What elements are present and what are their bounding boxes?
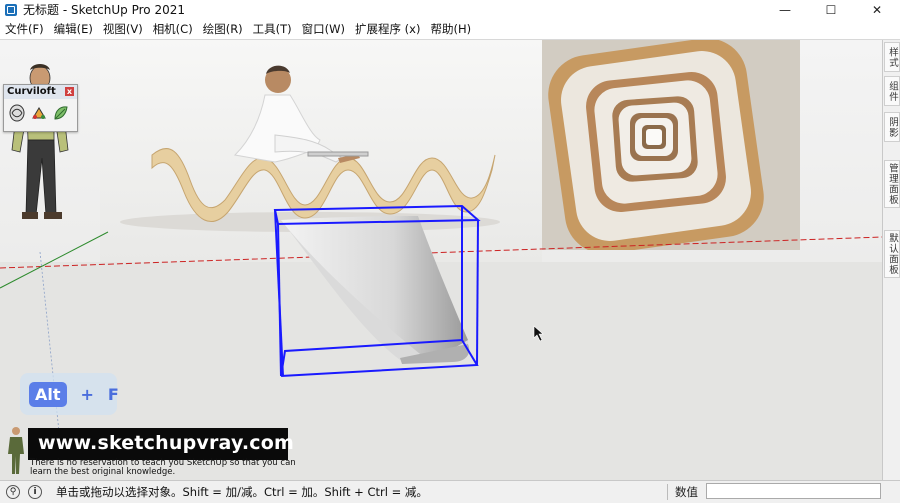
watermark-figure-icon	[8, 427, 24, 474]
status-bar: ⚲ i 单击或拖动以选择对象。Shift = 加/减。Ctrl = 加。Shif…	[0, 480, 900, 503]
curviloft-close-icon[interactable]: x	[65, 87, 74, 96]
watermark-banner: www.sketchupvray.com	[28, 428, 294, 460]
maximize-icon: ☐	[825, 2, 837, 17]
loft-by-spline-icon[interactable]	[8, 103, 26, 123]
loft-along-path-icon[interactable]	[52, 103, 70, 123]
curviloft-title[interactable]: Curviloft x	[4, 85, 77, 99]
menu-view[interactable]: 视图(V)	[98, 21, 148, 37]
tray-tab-default[interactable]: 默认面板	[884, 230, 900, 278]
measurements-label: 数值	[675, 485, 698, 499]
menu-draw[interactable]: 绘图(R)	[198, 21, 248, 37]
instructor-info-icon[interactable]: i	[28, 485, 42, 499]
menu-extensions[interactable]: 扩展程序 (x)	[350, 21, 425, 37]
status-message: 单击或拖动以选择对象。Shift = 加/减。Ctrl = 加。Shift + …	[56, 485, 428, 499]
f-key: F	[107, 384, 119, 404]
menu-file[interactable]: 文件(F)	[0, 21, 49, 37]
menu-tools[interactable]: 工具(T)	[248, 21, 297, 37]
mouse-cursor	[533, 325, 544, 342]
close-button[interactable]: ✕	[854, 0, 900, 19]
plus-sign: +	[80, 384, 94, 404]
green-axis-line	[0, 231, 109, 289]
status-divider	[667, 484, 668, 500]
minimize-button[interactable]: —	[762, 0, 808, 19]
menu-edit[interactable]: 编辑(E)	[49, 21, 98, 37]
tray-tab-styles[interactable]: 样式	[884, 42, 900, 72]
title-bar: 无标题 - SketchUp Pro 2021 — ☐ ✕	[0, 0, 900, 19]
menu-bar: 文件(F) 编辑(E) 视图(V) 相机(C) 绘图(R) 工具(T) 窗口(W…	[0, 19, 900, 40]
watermark-url: www.sketchupvray.com	[38, 432, 294, 454]
minimize-icon: —	[779, 2, 791, 17]
skin-contours-icon[interactable]	[30, 103, 48, 123]
tray-tab-components[interactable]: 组件	[884, 76, 900, 106]
close-icon: ✕	[871, 2, 883, 17]
maximize-button[interactable]: ☐	[808, 0, 854, 19]
menu-help[interactable]: 帮助(H)	[425, 21, 476, 37]
geo-location-icon[interactable]: ⚲	[6, 485, 20, 499]
sketchup-app-icon	[5, 3, 17, 16]
tray-tab-shadows[interactable]: 阴影	[884, 112, 900, 142]
model-viewport[interactable]	[0, 40, 882, 480]
red-axis-line	[0, 236, 882, 269]
alt-key: Alt	[29, 381, 67, 407]
window-title: 无标题 - SketchUp Pro 2021	[23, 3, 185, 17]
tray-tab-manage[interactable]: 管理面板	[884, 160, 900, 208]
curviloft-toolbar[interactable]: Curviloft x	[3, 84, 78, 132]
menu-camera[interactable]: 相机(C)	[148, 21, 198, 37]
keyboard-shortcut-overlay: Alt + F	[20, 373, 119, 415]
scene-overlay	[0, 64, 882, 461]
menu-window[interactable]: 窗口(W)	[297, 21, 350, 37]
default-tray: 样式 组件 阴影 管理面板 默认面板	[882, 40, 900, 480]
watermark-tagline: There is no reservation to teach you Ske…	[30, 458, 296, 477]
measurements-input[interactable]	[706, 483, 881, 499]
